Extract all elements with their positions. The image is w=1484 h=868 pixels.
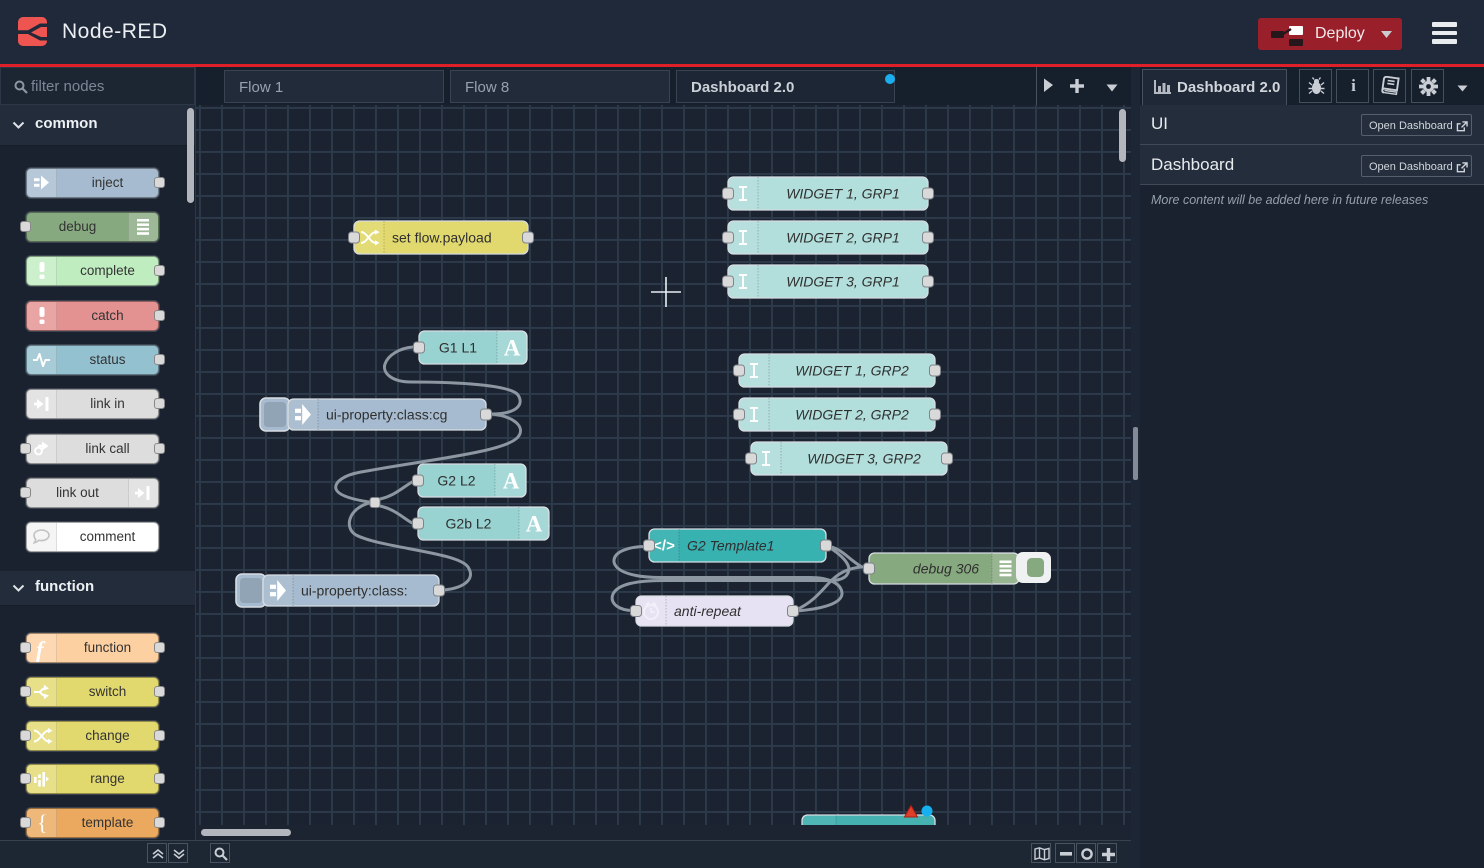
svg-text:ui-property:class:cg: ui-property:class:cg xyxy=(326,407,447,423)
svg-text:WIDGET 3, GRP1: WIDGET 3, GRP1 xyxy=(786,274,900,290)
svg-text:WIDGET 2, GRP1: WIDGET 2, GRP1 xyxy=(786,230,900,246)
svg-text:</>: </> xyxy=(653,538,675,555)
svg-text:set flow.payload: set flow.payload xyxy=(392,230,492,246)
svg-text:debug 306: debug 306 xyxy=(913,561,979,577)
svg-text:G2 Template1: G2 Template1 xyxy=(687,538,774,554)
svg-text:f: f xyxy=(36,638,46,662)
svg-text:ui-property:class:: ui-property:class: xyxy=(301,583,408,599)
svg-text:G1 L1: G1 L1 xyxy=(439,340,477,356)
svg-text:G2 L2: G2 L2 xyxy=(437,473,475,489)
svg-text:anti-repeat: anti-repeat xyxy=(674,603,742,619)
svg-text:WIDGET 2, GRP2: WIDGET 2, GRP2 xyxy=(795,407,909,423)
svg-text:WIDGET 1, GRP2: WIDGET 1, GRP2 xyxy=(795,363,909,379)
svg-text:WIDGET 3, GRP2: WIDGET 3, GRP2 xyxy=(807,451,921,467)
svg-text:{: { xyxy=(37,812,48,834)
svg-text:A: A xyxy=(504,336,521,361)
svg-text:A: A xyxy=(526,512,543,537)
svg-text:A: A xyxy=(503,469,520,494)
svg-text:G2b L2: G2b L2 xyxy=(446,516,492,532)
svg-text:WIDGET 1, GRP1: WIDGET 1, GRP1 xyxy=(786,186,900,202)
